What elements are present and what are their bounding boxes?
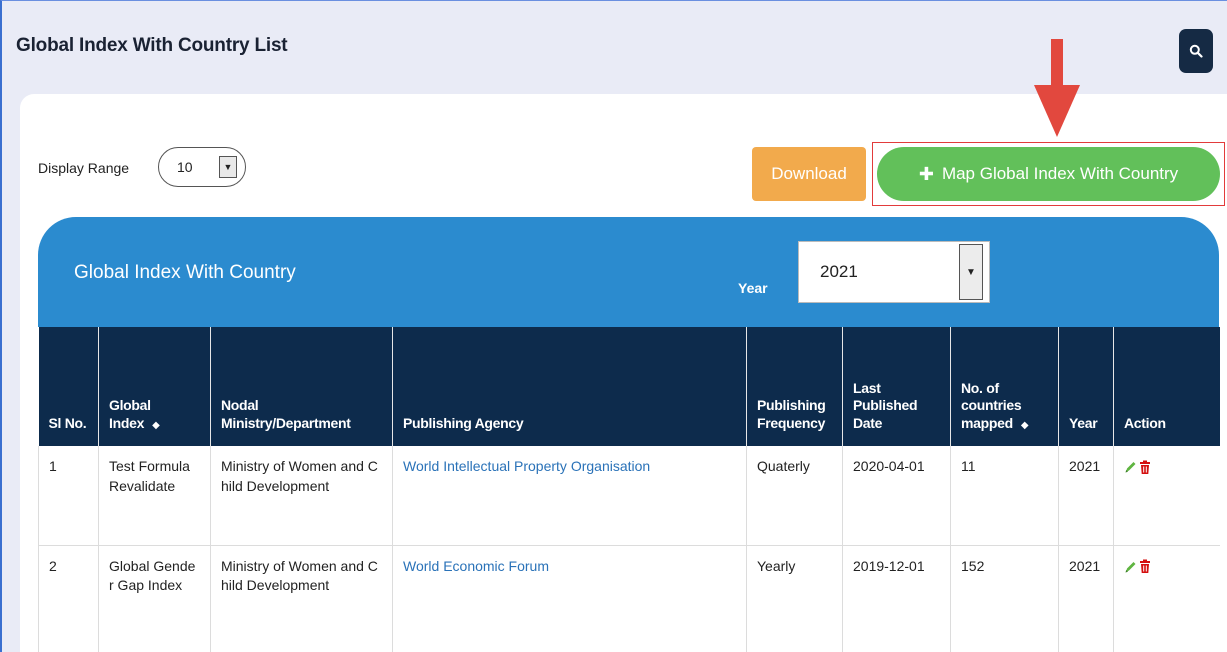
year-select[interactable]: 2021 ▼ (798, 241, 990, 303)
delete-icon[interactable] (1139, 559, 1151, 574)
cell-agency-link[interactable]: World Economic Forum (392, 545, 747, 652)
cell-sl: 1 (38, 446, 99, 546)
chevron-down-icon[interactable]: ▼ (959, 244, 983, 300)
sort-icon[interactable]: ◆ (152, 420, 160, 431)
cell-global-index: Test Formula Revalidate (98, 446, 211, 546)
annotation-arrow-shaft (1051, 39, 1063, 87)
search-button[interactable] (1179, 29, 1213, 73)
map-button-label: Map Global Index With Country (941, 164, 1179, 183)
cell-nodal: Ministry of Women and Child Development (210, 545, 393, 652)
year-value: 2021 (820, 262, 858, 281)
column-header-global-index[interactable]: Global Index ◆ (98, 327, 211, 446)
cell-last-published: 2019-12-01 (842, 545, 951, 652)
table-header-row: Sl No. Global Index ◆ Nodal Ministry/Depa… (38, 327, 1220, 446)
column-header-action: Action (1113, 327, 1220, 446)
cell-last-published: 2020-04-01 (842, 446, 951, 546)
column-header-agency: Publishing Agency (392, 327, 747, 446)
cell-countries: 152 (950, 545, 1059, 652)
download-button[interactable]: Download (752, 147, 866, 201)
column-header-last-published: Last Published Date (842, 327, 951, 446)
column-header-sl-no: Sl No. (38, 327, 99, 446)
year-label: Year (738, 280, 768, 296)
table-row: 1 Test Formula Revalidate Ministry of Wo… (38, 446, 1220, 546)
cell-year: 2021 (1058, 446, 1114, 546)
column-header-global-index-label: Global Index (109, 397, 151, 431)
cell-frequency: Quaterly (746, 446, 843, 546)
panel-title: Global Index With Country (74, 262, 296, 283)
column-header-countries-label: No. of countries mapped (961, 379, 1022, 431)
display-range-label: Display Range (38, 160, 130, 176)
cell-countries: 11 (950, 446, 1059, 546)
display-range-value: 10 (177, 159, 193, 175)
chevron-down-icon[interactable]: ▼ (219, 156, 237, 178)
cell-frequency: Yearly (746, 545, 843, 652)
edit-icon[interactable] (1124, 460, 1137, 474)
cell-nodal: Ministry of Women and Child Development (210, 446, 393, 546)
edit-icon[interactable] (1124, 560, 1137, 574)
panel-header: Global Index With Country Year 2021 ▼ (38, 217, 1219, 327)
plus-icon: ✚ (918, 163, 934, 184)
table-row: 2 Global Gender Gap Index Ministry of Wo… (38, 545, 1220, 652)
column-header-year: Year (1058, 327, 1114, 446)
sort-icon[interactable]: ◆ (1021, 420, 1029, 431)
page-title: Global Index With Country List (16, 35, 288, 56)
annotation-arrow-icon (1034, 85, 1080, 137)
page-background: Global Index With Country List Display R… (0, 0, 1227, 652)
search-icon (1189, 44, 1203, 58)
column-header-frequency: Publishing Frequency (746, 327, 843, 446)
cell-agency-link[interactable]: World Intellectual Property Organisation (392, 446, 747, 546)
cell-action (1113, 446, 1220, 546)
cell-sl: 2 (38, 545, 99, 652)
column-header-nodal: Nodal Ministry/Department (210, 327, 393, 446)
cell-global-index: Global Gender Gap Index (98, 545, 211, 652)
cell-year: 2021 (1058, 545, 1114, 652)
global-index-table: Sl No. Global Index ◆ Nodal Ministry/Depa… (38, 327, 1220, 652)
delete-icon[interactable] (1139, 460, 1151, 475)
column-header-countries[interactable]: No. of countries mapped ◆ (950, 327, 1059, 446)
cell-action (1113, 545, 1220, 652)
display-range-select[interactable]: 10 ▼ (158, 147, 246, 187)
map-global-index-button[interactable]: ✚ Map Global Index With Country (877, 147, 1220, 201)
